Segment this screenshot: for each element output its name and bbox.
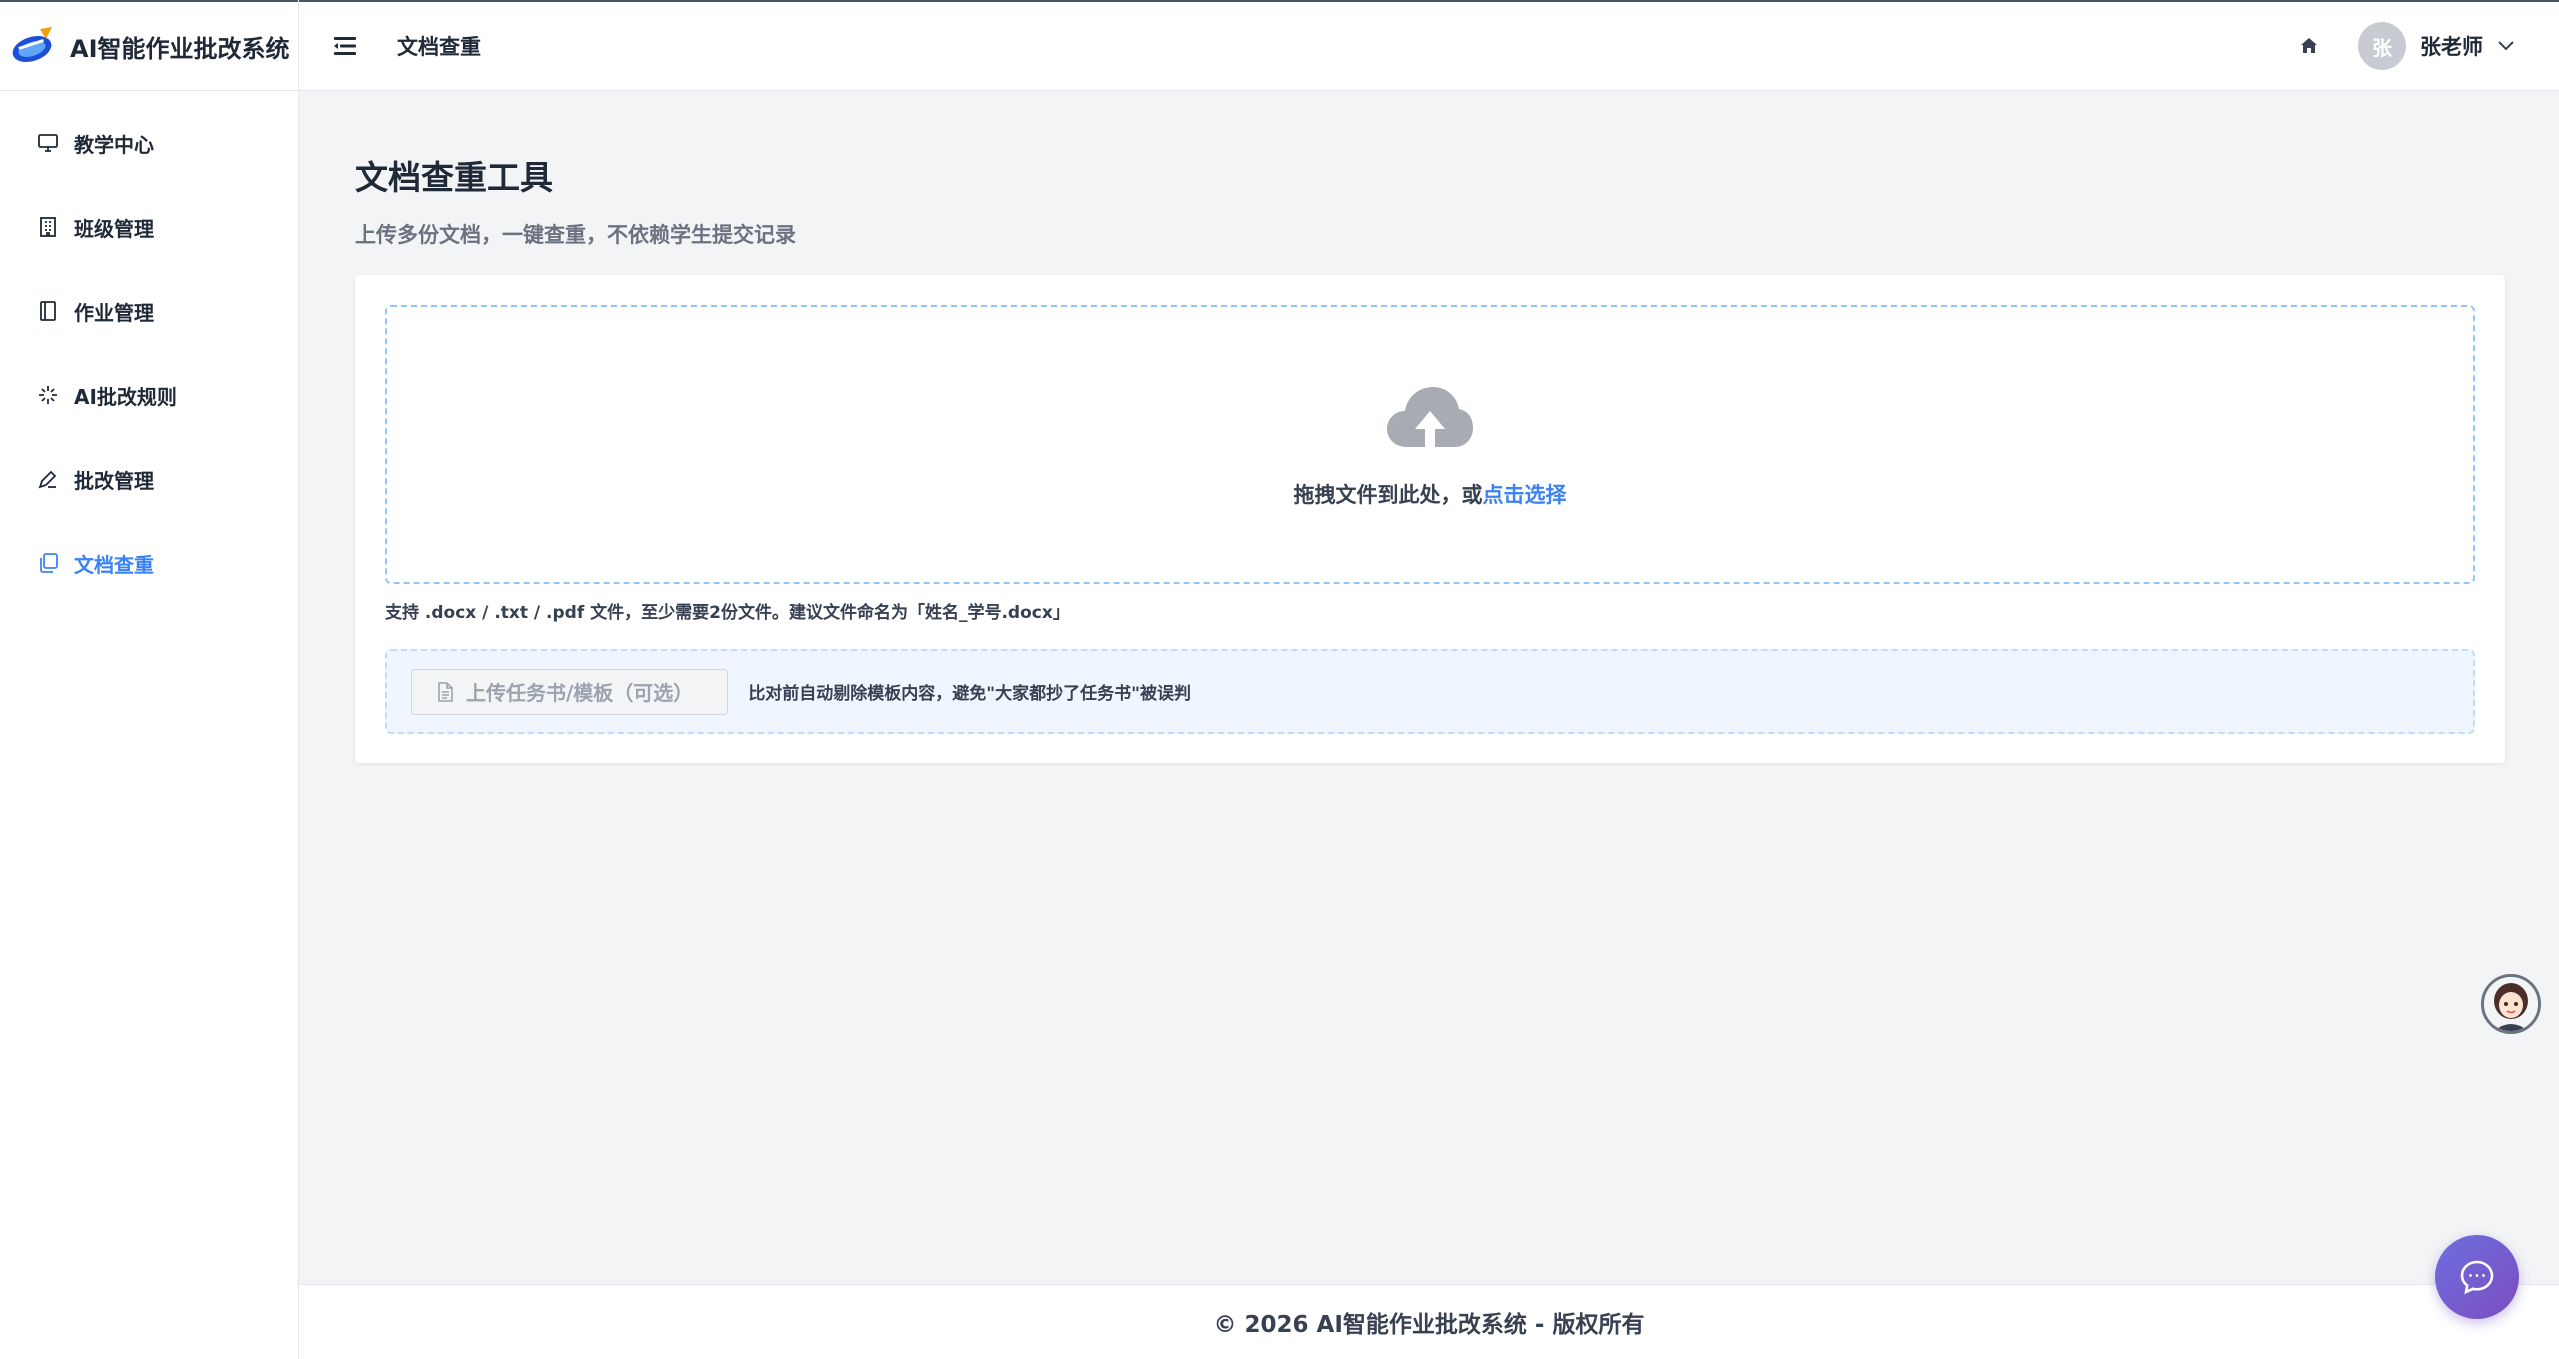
pen-icon	[36, 467, 60, 491]
file-format-hint: 支持 .docx / .txt / .pdf 文件，至少需要2份文件。建议文件命…	[385, 603, 1070, 623]
sidebar-item-ai-rules[interactable]: AI批改规则	[0, 353, 298, 437]
sidebar-item-label: 作业管理	[74, 300, 154, 325]
main-content: 文档查重工具 上传多份文档，一键查重，不依赖学生提交记录 拖拽文件到此处，或点击…	[355, 91, 2505, 763]
sidebar-item-label: 班级管理	[74, 216, 154, 241]
top-header: 文档查重 张 张老师	[299, 0, 2559, 91]
dropzone-prompt: 拖拽文件到此处，或	[1293, 482, 1483, 507]
document-icon	[438, 681, 453, 702]
user-name[interactable]: 张老师	[2420, 31, 2483, 61]
chat-bubble-icon	[2460, 1260, 2494, 1295]
chevron-down-icon[interactable]	[2497, 40, 2515, 52]
select-file-link[interactable]: 点击选择	[1483, 483, 1567, 507]
file-dropzone[interactable]: 拖拽文件到此处，或点击选择	[385, 305, 2475, 584]
copy-icon	[36, 551, 60, 575]
page-subtitle: 上传多份文档，一键查重，不依赖学生提交记录	[355, 223, 796, 247]
sidebar-item-label: 批改管理	[74, 468, 154, 493]
sidebar-item-homework-management[interactable]: 作业管理	[0, 269, 298, 353]
assistant-avatar[interactable]	[2481, 974, 2541, 1034]
brand-title: AI智能作业批改系统	[70, 34, 290, 63]
sidebar: AI智能作业批改系统 教学中心 班级管理 作业管理 AI批改规则 批改管理 文档…	[0, 0, 299, 1359]
user-avatar[interactable]: 张	[2358, 22, 2406, 70]
sidebar-nav: 教学中心 班级管理 作业管理 AI批改规则 批改管理 文档查重	[0, 91, 298, 605]
sidebar-item-label: AI批改规则	[74, 384, 177, 409]
sidebar-item-document-check[interactable]: 文档查重	[0, 521, 298, 605]
menu-toggle-button[interactable]	[331, 31, 361, 61]
dropzone-text: 拖拽文件到此处，或点击选择	[1294, 479, 1567, 509]
chat-button[interactable]	[2435, 1235, 2519, 1319]
sparkle-icon	[36, 383, 60, 407]
upload-template-label: 上传任务书/模板（可选）	[466, 681, 694, 705]
brand-logo-icon	[12, 27, 52, 62]
sidebar-item-teaching-center[interactable]: 教学中心	[0, 101, 298, 185]
brand[interactable]: AI智能作业批改系统	[0, 0, 298, 91]
sidebar-item-label: 教学中心	[74, 132, 154, 157]
home-button[interactable]	[2294, 31, 2324, 61]
cloud-upload-icon	[1387, 386, 1473, 447]
footer: © 2026 AI智能作业批改系统 - 版权所有	[299, 1284, 2559, 1359]
page-title: 文档查重工具	[355, 158, 553, 197]
monitor-icon	[36, 131, 60, 155]
menu-icon	[334, 37, 356, 55]
header-title: 文档查重	[397, 35, 481, 59]
template-note: 比对前自动剔除模板内容，避免"大家都抄了任务书"被误判	[748, 684, 1192, 704]
building-icon	[36, 215, 60, 239]
home-icon	[2301, 38, 2317, 53]
header-right: 张 张老师	[2294, 22, 2515, 70]
sidebar-item-label: 文档查重	[74, 552, 154, 577]
assistant-girl-icon	[2484, 977, 2538, 1031]
notebook-icon	[36, 299, 60, 323]
upload-template-button[interactable]: 上传任务书/模板（可选）	[411, 668, 729, 715]
sidebar-item-grading-management[interactable]: 批改管理	[0, 437, 298, 521]
sidebar-item-class-management[interactable]: 班级管理	[0, 185, 298, 269]
upload-card: 拖拽文件到此处，或点击选择 支持 .docx / .txt / .pdf 文件，…	[355, 275, 2505, 763]
template-upload-box: 上传任务书/模板（可选） 比对前自动剔除模板内容，避免"大家都抄了任务书"被误判	[385, 649, 2475, 734]
